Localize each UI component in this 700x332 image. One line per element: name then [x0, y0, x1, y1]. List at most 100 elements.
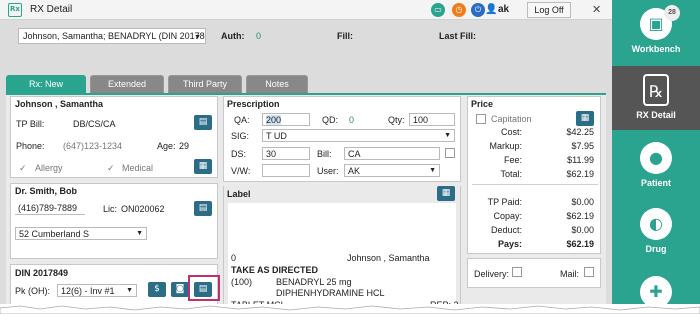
sidebar-item-drug[interactable]: ◐ Drug: [612, 200, 700, 264]
sidebar-item-label: Patient: [640, 178, 671, 188]
capitation-label: Capitation: [491, 114, 532, 124]
doctor-name: Dr. Smith, Bob: [15, 186, 78, 196]
fill-label: Fill:: [337, 31, 353, 41]
chevron-down-icon: ▼: [444, 132, 451, 139]
timer-icon[interactable]: ◷: [452, 3, 466, 17]
doctor-folder-icon[interactable]: ▤: [194, 201, 212, 216]
price-divider: [472, 184, 598, 185]
medical-notes-icon[interactable]: ▦: [194, 159, 212, 174]
pk-select[interactable]: 12(6) - Inv #1 ▼: [57, 284, 137, 297]
tab-extended[interactable]: Extended: [90, 75, 164, 93]
workbench-badge: 28: [664, 5, 680, 21]
print-label-icon[interactable]: ▦: [437, 186, 455, 201]
delivery-section: Delivery: Mail:: [467, 258, 601, 288]
sidebar-item-label: RX Detail: [636, 110, 676, 120]
money-bag-icon[interactable]: $: [148, 282, 166, 297]
vw-label: V/W:: [231, 166, 251, 176]
user-icon: 👤: [485, 4, 498, 15]
tab-rx-new[interactable]: Rx: New: [6, 75, 86, 93]
total-value: $62.19: [566, 169, 594, 179]
close-icon[interactable]: ✕: [592, 3, 601, 16]
app-logo-icon: Rx: [8, 3, 22, 17]
medical-check-icon[interactable]: ✓: [107, 163, 115, 174]
sidebar-item-workbench[interactable]: ▣ 28 Workbench: [612, 0, 700, 64]
sidebar-item-rx-detail[interactable]: ℞ RX Detail: [612, 66, 700, 130]
delivery-checkbox[interactable]: [512, 267, 522, 277]
vw-field[interactable]: [262, 164, 310, 177]
label-patient-name: Johnson , Samantha: [347, 253, 430, 263]
power-icon[interactable]: ⏻: [471, 3, 485, 17]
window-title: RX Detail: [30, 4, 73, 15]
chevron-down-icon: ▼: [136, 230, 143, 237]
sig-select[interactable]: T UD ▼: [262, 129, 455, 142]
label-quantity: (100): [231, 277, 253, 287]
doctor-address-value: 52 Cumberland S: [19, 229, 90, 239]
patient-icon: ●: [640, 142, 672, 174]
doctor-section: Dr. Smith, Bob (416)789-7889 Lic: ON0200…: [10, 183, 218, 259]
patient-rx-select-value: Johnson, Samantha; BENADRYL (DIN 20178: [23, 31, 205, 41]
copay-value: $62.19: [566, 211, 594, 221]
sidebar-item-label: Workbench: [631, 44, 681, 54]
phone-label: Phone:: [16, 141, 45, 151]
title-bar: Rx RX Detail ▭ ◷ ⏻ 👤 ak Log Off ✕: [0, 0, 612, 20]
sidebar-item-patient[interactable]: ● Patient: [612, 134, 700, 198]
pays-label: Pays:: [497, 239, 522, 249]
auth-value: 0: [256, 31, 262, 41]
deduct-label: Deduct:: [490, 225, 522, 235]
din-title: DIN 2017849: [15, 268, 69, 278]
user-value: AK: [348, 166, 361, 176]
bill-checkbox[interactable]: [445, 148, 455, 158]
chevron-down-icon: ▼: [429, 167, 436, 174]
tp-paid-value: $0.00: [571, 197, 594, 207]
pk-value: 12(6) - Inv #1: [61, 286, 115, 296]
qd-value: 0: [349, 115, 355, 125]
tab-third-party[interactable]: Third Party: [168, 75, 242, 93]
user-select[interactable]: AK ▼: [344, 164, 440, 177]
folder-icon[interactable]: ▤: [194, 115, 212, 130]
tp-bill-label: TP Bill:: [16, 119, 45, 129]
doctor-phone-field[interactable]: (416)789-7889: [15, 202, 85, 215]
sidebar-item-more[interactable]: ✚: [612, 268, 700, 332]
patient-section: Johnson , Samantha TP Bill: DB/CS/CA ▤ P…: [10, 96, 218, 178]
tp-bill-value: DB/CS/CA: [73, 119, 116, 129]
markup-value: $7.95: [571, 141, 594, 151]
label-drug-name: BENADRYL 25 mg: [276, 277, 352, 287]
bill-label: Bill:: [317, 149, 332, 159]
patient-name: Johnson , Samantha: [15, 99, 104, 109]
label-title: Label: [227, 189, 251, 199]
qa-label: QA:: [234, 115, 250, 125]
torn-edge: [0, 304, 700, 314]
app-window: Rx RX Detail ▭ ◷ ⏻ 👤 ak Log Off ✕ Johnso…: [0, 0, 700, 314]
qty-field[interactable]: 100: [409, 113, 455, 126]
mail-checkbox[interactable]: [584, 267, 594, 277]
camera-icon[interactable]: ◙: [171, 282, 189, 297]
doctor-address-select[interactable]: 52 Cumberland S ▼: [15, 227, 147, 240]
tp-paid-label: TP Paid:: [487, 197, 522, 207]
capitation-checkbox[interactable]: [476, 114, 486, 124]
deduct-value: $0.00: [571, 225, 594, 235]
prescription-title: Prescription: [227, 99, 280, 109]
bill-field[interactable]: CA: [344, 147, 440, 160]
fee-label: Fee:: [503, 155, 522, 165]
fee-value: $11.99: [567, 155, 594, 165]
phone-value: (647)123-1234: [63, 141, 123, 151]
tab-notes[interactable]: Notes: [246, 75, 308, 93]
allergy-check-icon[interactable]: ✓: [19, 163, 27, 174]
sidebar: ▣ 28 Workbench ℞ RX Detail ● Patient ◐ D…: [612, 0, 700, 314]
sig-value: T UD: [266, 131, 287, 141]
markup-label: Markup:: [489, 141, 522, 151]
logoff-button[interactable]: Log Off: [527, 2, 571, 18]
chevron-down-icon: ▼: [194, 34, 201, 41]
delivery-label: Delivery:: [474, 269, 510, 279]
label-preview: 0 Johnson , Samantha TAKE AS DIRECTED (1…: [228, 203, 459, 314]
cost-value: $42.25: [566, 127, 594, 137]
highlight-box: [188, 275, 220, 301]
price-calc-icon[interactable]: ▦: [576, 111, 594, 126]
monitor-icon[interactable]: ▭: [431, 3, 445, 17]
pays-value: $62.19: [566, 239, 594, 249]
patient-rx-select[interactable]: Johnson, Samantha; BENADRYL (DIN 20178 ▼: [18, 28, 206, 44]
age-label: Age:: [157, 141, 176, 151]
qa-field[interactable]: 200: [262, 113, 310, 126]
cost-label: Cost:: [500, 127, 522, 137]
ds-field[interactable]: 30: [262, 147, 310, 160]
